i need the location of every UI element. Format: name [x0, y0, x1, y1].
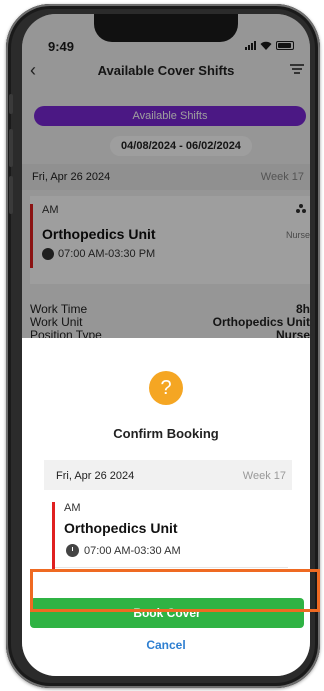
cancel-button[interactable]: Cancel [22, 638, 310, 652]
battery-icon [276, 41, 294, 50]
highlight-box [30, 569, 320, 612]
question-icon: ? [149, 371, 183, 405]
modal-shift-time: 07:00 AM-03:30 AM [84, 545, 181, 557]
volume-up-button [9, 129, 13, 167]
status-time: 9:49 [48, 39, 75, 54]
volume-down-button [9, 176, 13, 214]
clock-icon [66, 544, 79, 557]
signal-icon [245, 41, 256, 50]
modal-shift-card: AM Orthopedics Unit 07:00 AM-03:30 AM [52, 500, 288, 572]
confirm-booking-sheet: ? Confirm Booking Fri, Apr 26 2024 Week … [22, 338, 310, 676]
modal-title: Confirm Booking [113, 426, 219, 441]
shift-accent-bar [52, 502, 55, 572]
status-icons [245, 41, 294, 50]
modal-shift-label: AM [64, 502, 81, 514]
wifi-icon [260, 41, 272, 50]
modal-day-week: Week 17 [242, 470, 286, 482]
modal-day-header: Fri, Apr 26 2024 Week 17 [44, 460, 292, 490]
mute-switch [9, 94, 13, 114]
notch [94, 14, 238, 42]
modal-day-date: Fri, Apr 26 2024 [56, 470, 135, 482]
modal-shift-unit: Orthopedics Unit [64, 520, 178, 536]
